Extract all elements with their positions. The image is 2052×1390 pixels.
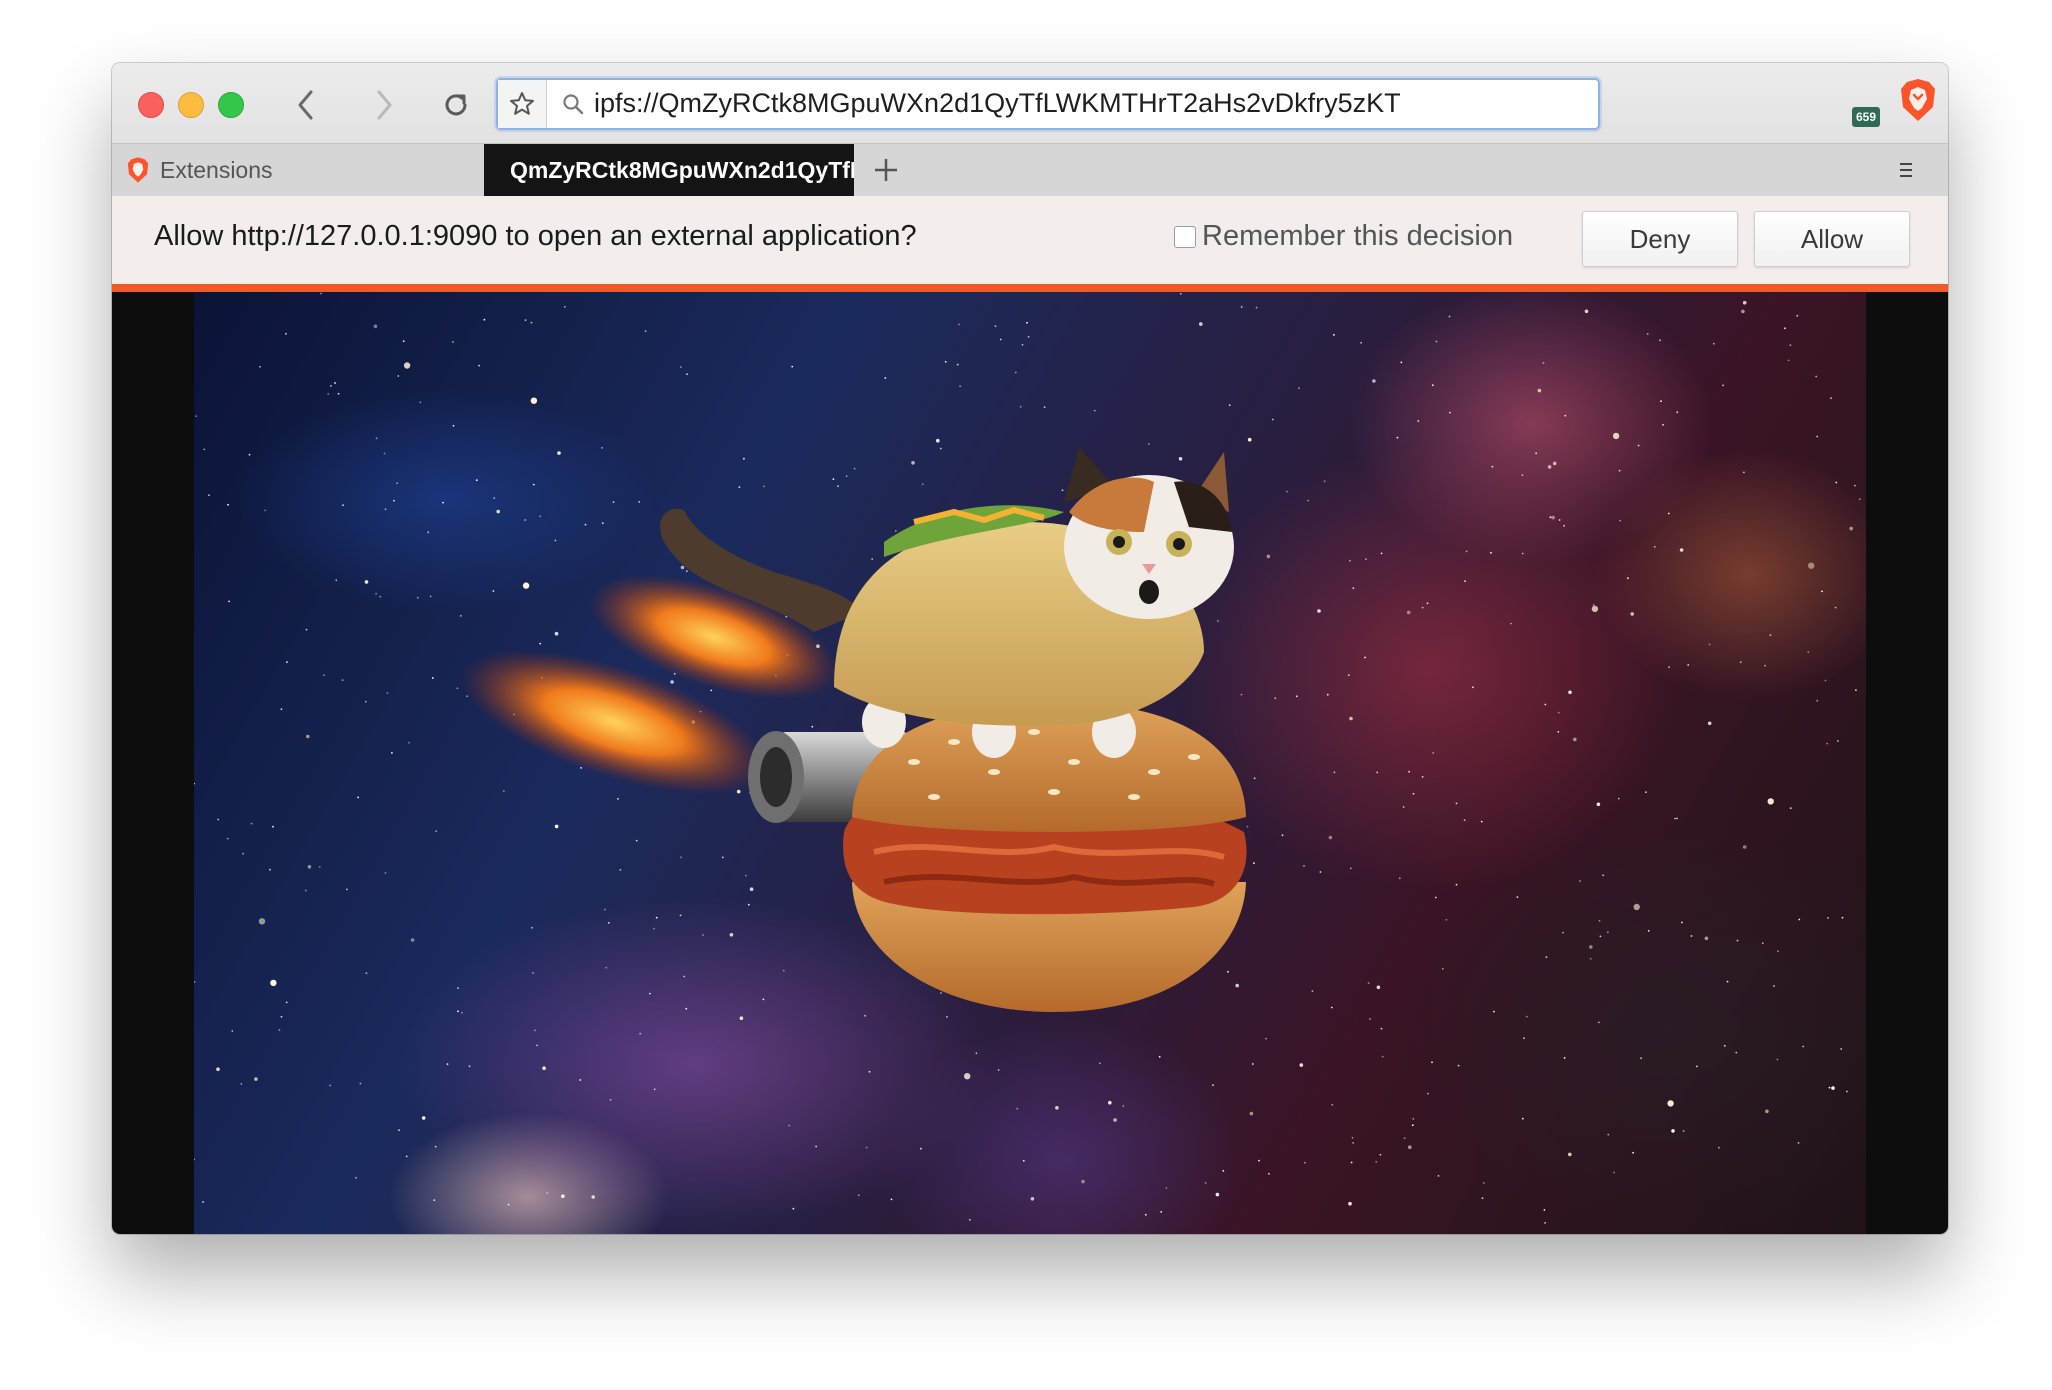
hamburger-menu-icon[interactable]	[1892, 156, 1920, 184]
magnifier-icon	[563, 94, 584, 115]
tab-extensions[interactable]: Extensions	[112, 144, 484, 196]
tab-label: Extensions	[160, 156, 273, 183]
toolbar: ipfs://QmZyRCtk8MGpuWXn2d1QyTfLWKMTHrT2a…	[112, 63, 1948, 143]
brave-lion-icon	[127, 157, 149, 183]
url-text[interactable]: ipfs://QmZyRCtk8MGpuWXn2d1QyTfLWKMTHrT2a…	[594, 86, 1401, 120]
minimize-window-button[interactable]	[178, 92, 204, 118]
zoom-window-button[interactable]	[218, 92, 244, 118]
back-button[interactable]	[284, 83, 328, 127]
reload-icon	[445, 94, 467, 116]
bookmark-button[interactable]	[498, 80, 547, 128]
remember-decision-option[interactable]: Remember this decision	[1174, 220, 1513, 253]
tab-label: QmZyRCtk8MGpuWXn2d1QyTfLWKMTHrT2aHs2vDkf…	[510, 156, 854, 183]
extension-count-badge[interactable]: 659	[1852, 107, 1880, 127]
star-outline-icon	[510, 92, 534, 115]
tab-ipfs-page[interactable]: QmZyRCtk8MGpuWXn2d1QyTfLWKMTHrT2aHs2vDkf…	[484, 144, 854, 196]
remember-decision-checkbox[interactable]	[1174, 225, 1196, 248]
plus-icon	[875, 159, 897, 181]
taco-cat-illustration	[460, 447, 1247, 1012]
brave-lion-icon[interactable]	[1898, 77, 1938, 123]
forward-button[interactable]	[362, 83, 406, 127]
chevron-right-icon	[377, 90, 392, 120]
remember-decision-label: Remember this decision	[1202, 220, 1514, 252]
reload-button[interactable]	[434, 83, 478, 127]
tab-strip: Extensions QmZyRCtk8MGpuWXn2d1QyTfLWKMTH…	[112, 143, 1948, 197]
chevron-left-icon	[298, 90, 313, 120]
new-tab-button[interactable]	[866, 150, 906, 190]
close-window-button[interactable]	[138, 92, 164, 118]
deny-button[interactable]: Deny	[1582, 211, 1738, 267]
permission-notification-bar: Allow http://127.0.0.1:9090 to open an e…	[112, 196, 1948, 292]
notification-message: Allow http://127.0.0.1:9090 to open an e…	[154, 220, 917, 252]
page-content	[112, 292, 1948, 1234]
address-bar[interactable]: ipfs://QmZyRCtk8MGpuWXn2d1QyTfLWKMTHrT2a…	[496, 78, 1600, 130]
space-taco-cat-image	[194, 292, 1866, 1234]
browser-window: ipfs://QmZyRCtk8MGpuWXn2d1QyTfLWKMTHrT2a…	[112, 63, 1948, 1234]
allow-button[interactable]: Allow	[1754, 211, 1910, 267]
